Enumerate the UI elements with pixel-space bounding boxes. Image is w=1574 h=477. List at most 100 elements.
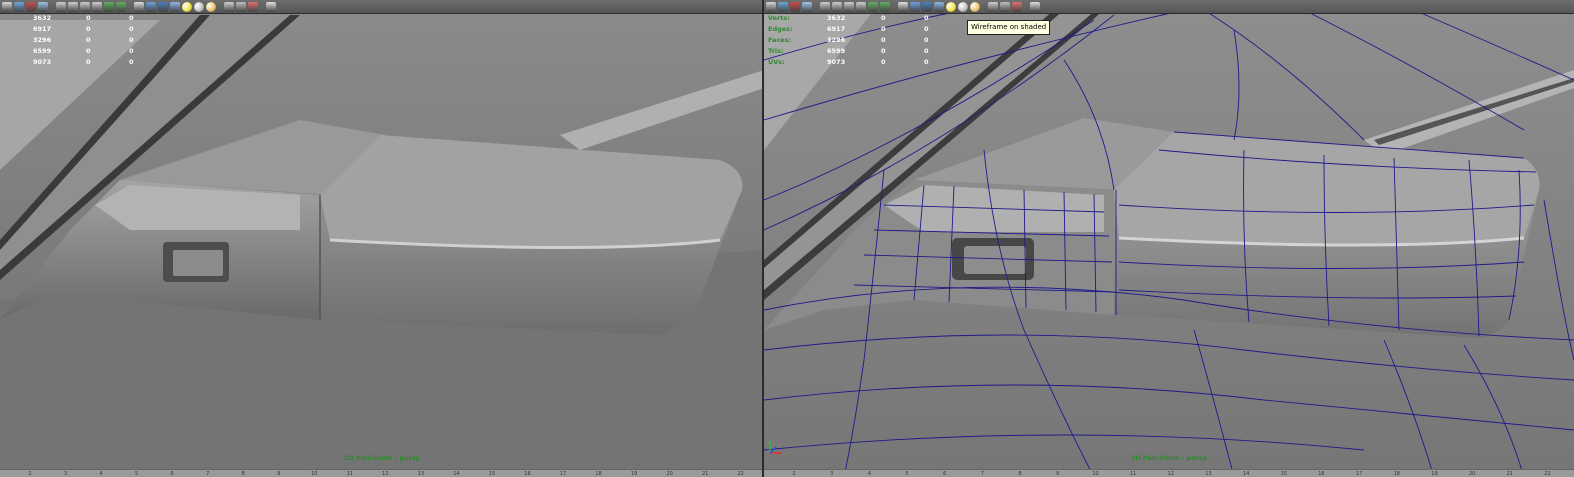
film-gate-icon[interactable] xyxy=(832,1,842,12)
ruler-tick-label: 18 xyxy=(595,471,602,477)
tooltip-wireframe-on-shaded: Wireframe on shaded xyxy=(967,20,1051,35)
screen-space-ao-icon[interactable] xyxy=(970,1,980,12)
hud-stat-value: 0 xyxy=(86,14,91,22)
smooth-shade-icon[interactable] xyxy=(910,1,920,12)
shadows-icon[interactable] xyxy=(194,1,204,12)
grid-icon[interactable] xyxy=(56,1,66,12)
bookmark-icon[interactable] xyxy=(26,1,36,12)
hud-stat-value: 0 xyxy=(881,25,886,33)
ruler-tick-label: 5 xyxy=(905,471,909,477)
hud-stat-value: 0 xyxy=(86,36,91,44)
safe-title-icon[interactable] xyxy=(880,1,890,12)
xray-icon[interactable] xyxy=(236,1,246,12)
film-gate-icon[interactable] xyxy=(68,1,78,12)
hud-stat-value: 0 xyxy=(881,58,886,66)
ruler-tick-label: 22 xyxy=(1544,471,1551,477)
hud-stat-value: 0 xyxy=(924,58,929,66)
hud-stat-value: 0 xyxy=(129,14,134,22)
ruler-tick-label: 9 xyxy=(1056,471,1060,477)
hud-stat-value: 6917 xyxy=(827,25,846,33)
axis-gizmo-icon xyxy=(769,441,782,454)
wireframe-icon[interactable] xyxy=(134,1,144,12)
ruler-tick-label: 6 xyxy=(170,471,174,477)
screen-space-ao-icon[interactable] xyxy=(206,1,216,12)
shadows-icon[interactable] xyxy=(958,1,968,12)
left-scene-render[interactable] xyxy=(0,0,764,477)
select-camera-icon[interactable] xyxy=(766,1,776,12)
textured-icon[interactable] xyxy=(934,1,944,12)
hud-stat-value: 0 xyxy=(129,58,134,66)
safe-title-icon[interactable] xyxy=(116,1,126,12)
hud-stat-label: UVs: xyxy=(768,58,785,66)
select-camera-icon[interactable] xyxy=(2,1,12,12)
ruler-tick-label: 12 xyxy=(1167,471,1174,477)
ruler-tick-label: 3 xyxy=(63,471,68,477)
ruler-tick-label: 19 xyxy=(1431,471,1438,477)
ruler-tick-label: 9 xyxy=(277,471,281,477)
safe-action-icon[interactable] xyxy=(868,1,878,12)
field-chart-icon[interactable] xyxy=(856,1,866,12)
camera-attributes-icon[interactable] xyxy=(778,1,788,12)
image-plane-icon[interactable] xyxy=(38,1,48,12)
resolution-gate-icon[interactable] xyxy=(80,1,90,12)
grid-icon[interactable] xyxy=(820,1,830,12)
ruler-tick-label: 2 xyxy=(28,471,32,477)
hud-stat-value: 3296 xyxy=(33,36,52,44)
ruler-tick-label: 4 xyxy=(867,471,871,477)
ruler-tick-label: 6 xyxy=(943,471,947,477)
camera-attributes-icon[interactable] xyxy=(14,1,24,12)
ruler-tick-label: 8 xyxy=(241,471,245,477)
ruler-tick-label: 3 xyxy=(830,471,834,477)
ruler-tick-label: 22 xyxy=(737,471,744,477)
camera-label: 2D Pan/Zoom : persp xyxy=(1130,454,1208,462)
ruler-tick-label: 7 xyxy=(206,471,210,477)
wireframe-on-shaded-icon[interactable] xyxy=(158,1,168,12)
ruler-tick-label: 17 xyxy=(559,471,567,477)
time-ruler: 2 3 4 5 6 7 8 9 10 11 12 13 14 15 16 17 18 19 20 21 22 xyxy=(764,469,1574,477)
ruler-tick-label: 20 xyxy=(1468,471,1476,477)
ruler-tick-label: 2 xyxy=(792,471,796,477)
xray-icon[interactable] xyxy=(1000,1,1010,12)
textured-icon[interactable] xyxy=(170,1,180,12)
hud-stat-value: 0 xyxy=(924,14,929,22)
wireframe-icon[interactable] xyxy=(898,1,908,12)
smooth-shade-icon[interactable] xyxy=(146,1,156,12)
camera-label: 2D Pan/Zoom : persp xyxy=(343,454,421,462)
ruler-tick-label: 4 xyxy=(99,471,103,477)
ruler-tick-label: 8 xyxy=(1018,471,1022,477)
frame-selection-icon[interactable] xyxy=(1030,1,1040,12)
isolate-select-icon[interactable] xyxy=(224,1,234,12)
right-viewport[interactable]: Verts: 3632 0 0 Edges: 6917 0 0 Faces: 3296 0 0 Tris… xyxy=(764,0,1574,477)
ruler-tick-label: 11 xyxy=(1129,471,1137,477)
isolate-select-icon[interactable] xyxy=(988,1,998,12)
safe-action-icon[interactable] xyxy=(104,1,114,12)
use-all-lights-icon[interactable] xyxy=(182,1,192,12)
resolution-gate-icon[interactable] xyxy=(844,1,854,12)
hud-stat-value: 0 xyxy=(881,14,886,22)
right-scene-render[interactable] xyxy=(764,0,1574,477)
ruler-tick-label: 18 xyxy=(1393,471,1400,477)
ruler-tick-label: 5 xyxy=(135,471,139,477)
viewport-toolbar xyxy=(0,0,764,14)
field-chart-icon[interactable] xyxy=(92,1,102,12)
image-plane-icon[interactable] xyxy=(802,1,812,12)
hud-stat-value: 0 xyxy=(924,25,929,33)
ruler-tick-label: 21 xyxy=(1506,471,1513,477)
hud-stat-value: 0 xyxy=(881,47,886,55)
ruler-tick-label: 11 xyxy=(346,471,353,477)
frame-selection-icon[interactable] xyxy=(266,1,276,12)
bookmark-icon[interactable] xyxy=(790,1,800,12)
ruler-tick-label: 12 xyxy=(382,471,389,477)
hud-stat-value: 9073 xyxy=(827,58,846,66)
use-all-lights-icon[interactable] xyxy=(946,1,956,12)
ruler-tick-label: 13 xyxy=(1205,471,1212,477)
left-viewport[interactable]: 3632 0 0 6917 0 0 3296 0 0 6599 0 0 9073 0 0 2D Pan/Zo… xyxy=(0,0,764,477)
hud-stat-value: 0 xyxy=(924,36,929,44)
xray-joints-icon[interactable] xyxy=(1012,1,1022,12)
hud-stat-label: Faces: xyxy=(768,36,792,44)
hud-stat-value: 6599 xyxy=(33,47,52,55)
xray-joints-icon[interactable] xyxy=(248,1,258,12)
wireframe-on-shaded-icon[interactable] xyxy=(922,1,932,12)
hud-stat-value: 0 xyxy=(129,36,134,44)
hud-stat-value: 9073 xyxy=(33,58,52,66)
